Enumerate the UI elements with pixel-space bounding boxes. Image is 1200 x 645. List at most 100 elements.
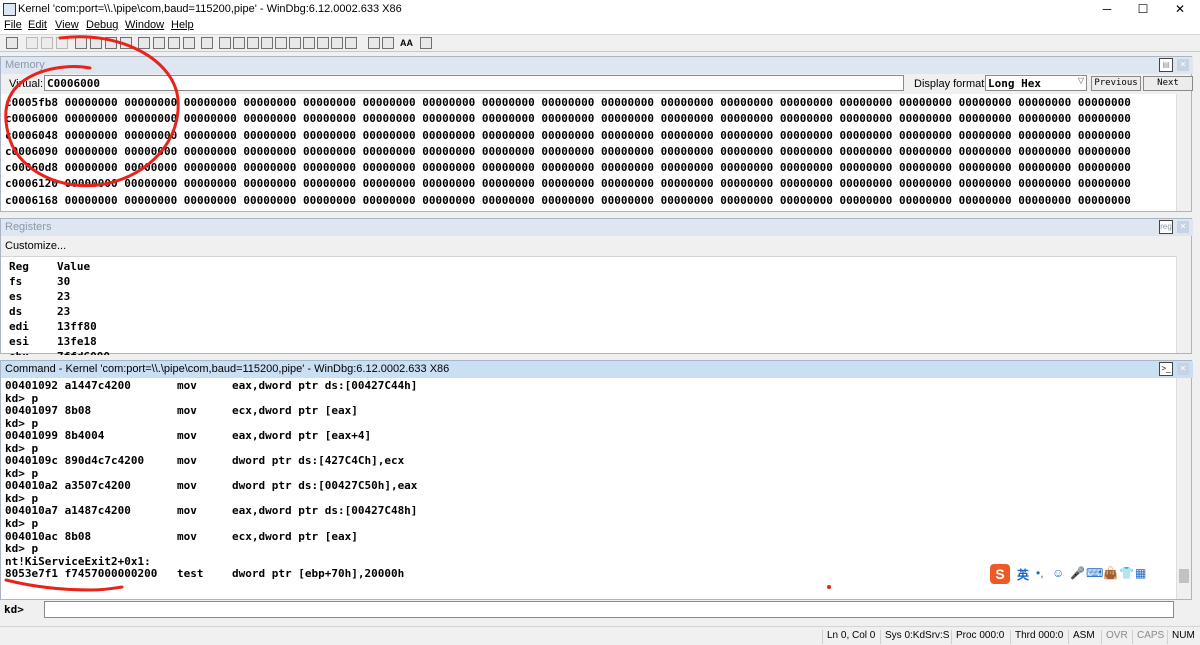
keyboard-icon[interactable]: ⌨ xyxy=(1086,566,1103,580)
microphone-icon[interactable]: 🎤 xyxy=(1070,566,1085,580)
registers-scrollbar[interactable] xyxy=(1176,256,1191,353)
registers-header: Reg Value xyxy=(9,259,110,274)
open-icon[interactable] xyxy=(6,37,18,49)
paste-icon[interactable] xyxy=(56,37,68,49)
memory-window-icon[interactable] xyxy=(275,37,287,49)
register-row[interactable]: ebx7ffd6000 xyxy=(9,349,110,355)
instruction-op: test xyxy=(177,567,204,581)
command-echo-line: kd> p xyxy=(5,542,39,556)
toolbox-icon[interactable]: 👜 xyxy=(1103,566,1118,580)
instruction-bytes: 004010a2 a3507c4200 xyxy=(5,479,131,493)
instruction-op: mov xyxy=(177,454,197,468)
skin-icon[interactable]: 👕 xyxy=(1119,566,1134,580)
locals-window-icon[interactable] xyxy=(247,37,259,49)
menu-debug[interactable]: Debug xyxy=(86,19,118,31)
display-format-label: Display format: xyxy=(914,78,988,90)
command-input[interactable] xyxy=(44,601,1174,618)
language-toggle[interactable]: 英 xyxy=(1017,566,1029,583)
display-format-select[interactable]: Long Hex ▽ xyxy=(985,75,1087,91)
register-row[interactable]: esi 13fe18 xyxy=(9,334,110,349)
source-mode-icon[interactable] xyxy=(368,37,380,49)
previous-button[interactable]: Previous xyxy=(1091,76,1141,91)
window-title: Kernel 'com:port=\\.\pipe\com,baud=11520… xyxy=(18,3,402,15)
menu-file[interactable]: File xyxy=(4,19,22,31)
register-value: 30 xyxy=(57,275,71,288)
instruction-args: dword ptr [ebp+70h],20000h xyxy=(232,567,405,581)
customize-button[interactable]: Customize... xyxy=(5,240,66,252)
minimize-button[interactable]: ─ xyxy=(1087,0,1127,18)
processes-threads-icon[interactable] xyxy=(331,37,343,49)
restart-icon[interactable] xyxy=(90,37,102,49)
command-options-icon[interactable]: >_ xyxy=(1159,362,1173,376)
command-window-icon[interactable] xyxy=(219,37,231,49)
memory-row: c0006048 00000000 00000000 00000000 0000… xyxy=(5,128,1131,142)
memory-scrollbar[interactable] xyxy=(1176,94,1191,211)
disassembly-window-icon[interactable] xyxy=(345,37,357,49)
menu-view[interactable]: View xyxy=(55,19,79,31)
customize-bar: Customize... xyxy=(1,236,1191,257)
menu-grid-icon[interactable]: ▦ xyxy=(1135,566,1146,580)
sogou-logo[interactable]: S xyxy=(990,564,1010,584)
disassembly-icon[interactable] xyxy=(303,37,315,49)
command-title-bar[interactable]: Command - Kernel 'com:port=\\.\pipe\com,… xyxy=(1,361,1193,378)
registers-title-bar[interactable]: Registers reg ✕ xyxy=(1,219,1193,236)
step-over-icon[interactable] xyxy=(153,37,165,49)
command-title: Command - Kernel 'com:port=\\.\pipe\com,… xyxy=(5,363,450,375)
maximize-button[interactable]: ☐ xyxy=(1123,0,1163,18)
menu-edit[interactable]: Edit xyxy=(28,19,47,31)
call-stack-icon[interactable] xyxy=(289,37,301,49)
hand-icon[interactable] xyxy=(201,37,213,49)
step-out-icon[interactable] xyxy=(168,37,180,49)
run-to-cursor-icon[interactable] xyxy=(183,37,195,49)
font-icon[interactable]: AA xyxy=(400,37,413,49)
registers-window-icon[interactable] xyxy=(261,37,273,49)
step-into-icon[interactable] xyxy=(138,37,150,49)
cut-icon[interactable] xyxy=(26,37,38,49)
copy-icon[interactable] xyxy=(41,37,53,49)
punctuation-icon[interactable]: •, xyxy=(1036,566,1044,580)
next-button[interactable]: Next xyxy=(1143,76,1193,91)
instruction-bytes: 00401097 8b08 xyxy=(5,404,92,418)
memory-options-icon[interactable]: ▤ xyxy=(1159,58,1173,72)
register-row[interactable]: edi 13ff80 xyxy=(9,319,110,334)
register-row[interactable]: ds 23 xyxy=(9,304,110,319)
register-name: fs xyxy=(9,275,23,288)
command-prompt: kd> xyxy=(4,603,24,616)
menu-window[interactable]: Window xyxy=(125,19,164,31)
input-scrollbar[interactable] xyxy=(1178,600,1192,620)
virtual-address-input[interactable]: C0006000 xyxy=(44,75,904,91)
register-row[interactable]: fs 30 xyxy=(9,274,110,289)
instruction-args: dword ptr ds:[427C4Ch],ecx xyxy=(232,454,405,468)
register-value: 7ffd6000 xyxy=(57,350,110,355)
break-icon[interactable] xyxy=(120,37,132,49)
command-output[interactable]: 00401092 a1447c4200 mov eax,dword ptr ds:[… xyxy=(5,380,1177,584)
command-echo-line: kd> p xyxy=(5,517,39,531)
disasm-line: 004010a2 a3507c4200 mov dword ptr ds:[0042… xyxy=(5,480,1177,493)
memory-dump[interactable]: c0005fb8 00000000 00000000 00000000 0000… xyxy=(5,95,1177,211)
disasm-line: 00401099 8b4004 mov eax,dword ptr [eax+4] xyxy=(5,429,1177,443)
instruction-args: eax,dword ptr ds:[00427C44h] xyxy=(232,380,418,392)
command-close-icon[interactable]: ✕ xyxy=(1177,363,1189,375)
memory-close-icon[interactable]: ✕ xyxy=(1177,59,1189,71)
stop-icon[interactable] xyxy=(105,37,117,49)
instruction-bytes: 00401099 8b4004 xyxy=(5,429,105,443)
menu-help[interactable]: Help xyxy=(171,19,194,31)
registers-close-icon[interactable]: ✕ xyxy=(1177,221,1189,233)
memory-pane: Memory ▤ ✕ Virtual: C0006000 Display for… xyxy=(0,56,1193,212)
register-row[interactable]: es 23 xyxy=(9,289,110,304)
instruction-op: mov xyxy=(177,529,197,543)
registers-options-icon[interactable]: reg xyxy=(1159,220,1173,234)
scratch-pad-icon[interactable] xyxy=(317,37,329,49)
watch-window-icon[interactable] xyxy=(233,37,245,49)
source-mode-off-icon[interactable] xyxy=(382,37,394,49)
go-icon[interactable] xyxy=(75,37,87,49)
command-scroll-thumb[interactable] xyxy=(1179,569,1189,583)
status-position: Ln 0, Col 0 xyxy=(822,630,875,644)
emoji-icon[interactable]: ☺ xyxy=(1052,566,1064,580)
command-scrollbar[interactable] xyxy=(1176,378,1191,599)
command-input-bar: kd> xyxy=(0,600,1192,620)
options-icon[interactable] xyxy=(420,37,432,49)
memory-title-bar[interactable]: Memory ▤ ✕ xyxy=(1,57,1193,74)
chevron-down-icon: ▽ xyxy=(1077,76,1084,85)
close-button[interactable]: ✕ xyxy=(1160,0,1200,18)
